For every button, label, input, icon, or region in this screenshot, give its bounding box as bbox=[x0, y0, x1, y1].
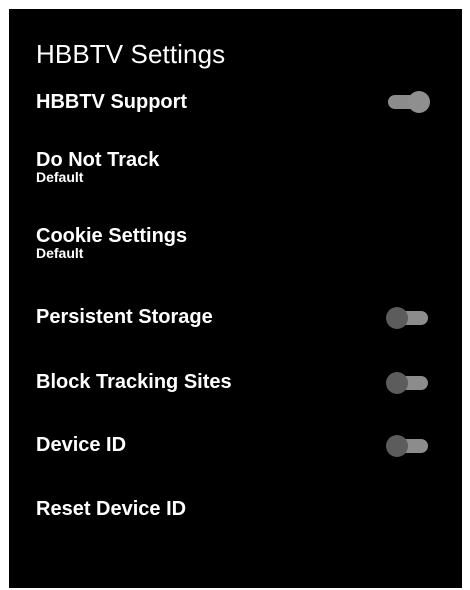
block-tracking-sites-item[interactable]: Block Tracking Sites bbox=[36, 370, 436, 394]
block-tracking-sites-label: Block Tracking Sites bbox=[36, 371, 232, 393]
block-tracking-sites-toggle[interactable] bbox=[386, 372, 428, 394]
settings-panel: HBBTV Settings HBBTV Support Do Not Trac… bbox=[9, 9, 462, 588]
do-not-track-value: Default bbox=[36, 169, 84, 185]
hbbtv-support-label: HBBTV Support bbox=[36, 91, 188, 113]
cookie-settings-value: Default bbox=[36, 245, 84, 261]
toggle-knob bbox=[386, 372, 408, 394]
page-title: HBBTV Settings bbox=[36, 39, 226, 69]
persistent-storage-item[interactable]: Persistent Storage bbox=[36, 305, 436, 329]
device-id-label: Device ID bbox=[36, 434, 127, 456]
reset-device-id-label: Reset Device ID bbox=[36, 498, 187, 520]
persistent-storage-toggle[interactable] bbox=[386, 307, 428, 329]
toggle-knob bbox=[386, 307, 408, 329]
cookie-settings-label: Cookie Settings bbox=[36, 225, 188, 247]
reset-device-id-item[interactable]: Reset Device ID bbox=[36, 497, 436, 521]
do-not-track-item[interactable]: Do Not Track Default bbox=[36, 148, 436, 184]
toggle-knob bbox=[408, 91, 430, 113]
do-not-track-label: Do Not Track bbox=[36, 149, 160, 171]
device-id-item[interactable]: Device ID bbox=[36, 433, 436, 457]
cookie-settings-item[interactable]: Cookie Settings Default bbox=[36, 224, 436, 260]
persistent-storage-label: Persistent Storage bbox=[36, 306, 213, 328]
toggle-knob bbox=[386, 435, 408, 457]
hbbtv-support-toggle[interactable] bbox=[388, 91, 430, 113]
hbbtv-support-item[interactable]: HBBTV Support bbox=[36, 90, 436, 114]
device-id-toggle[interactable] bbox=[386, 435, 428, 457]
